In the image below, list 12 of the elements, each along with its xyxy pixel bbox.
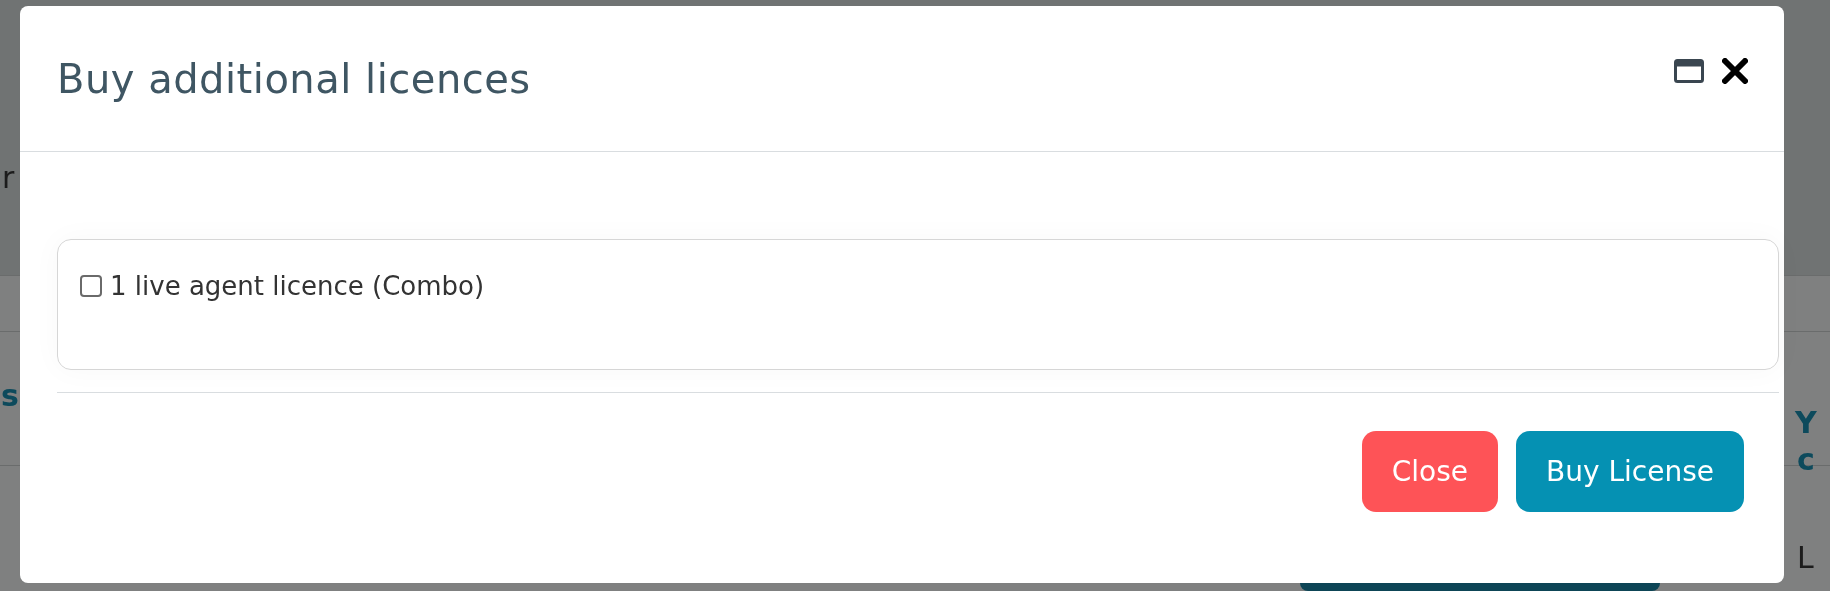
background-text: s xyxy=(1,378,19,414)
option-label: 1 live agent licence (Combo) xyxy=(110,271,485,301)
checkbox[interactable] xyxy=(80,275,102,297)
background-text: L xyxy=(1797,540,1814,576)
background-text: Y xyxy=(1795,405,1817,441)
close-icon[interactable] xyxy=(1722,58,1748,84)
background-text: r xyxy=(2,160,15,196)
close-button[interactable]: Close xyxy=(1361,431,1498,512)
maximize-icon[interactable] xyxy=(1674,59,1704,83)
background-text: c xyxy=(1797,442,1815,478)
buy-button[interactable]: Buy License xyxy=(1516,431,1744,512)
dialog-title: Buy additional licences xyxy=(57,55,532,102)
